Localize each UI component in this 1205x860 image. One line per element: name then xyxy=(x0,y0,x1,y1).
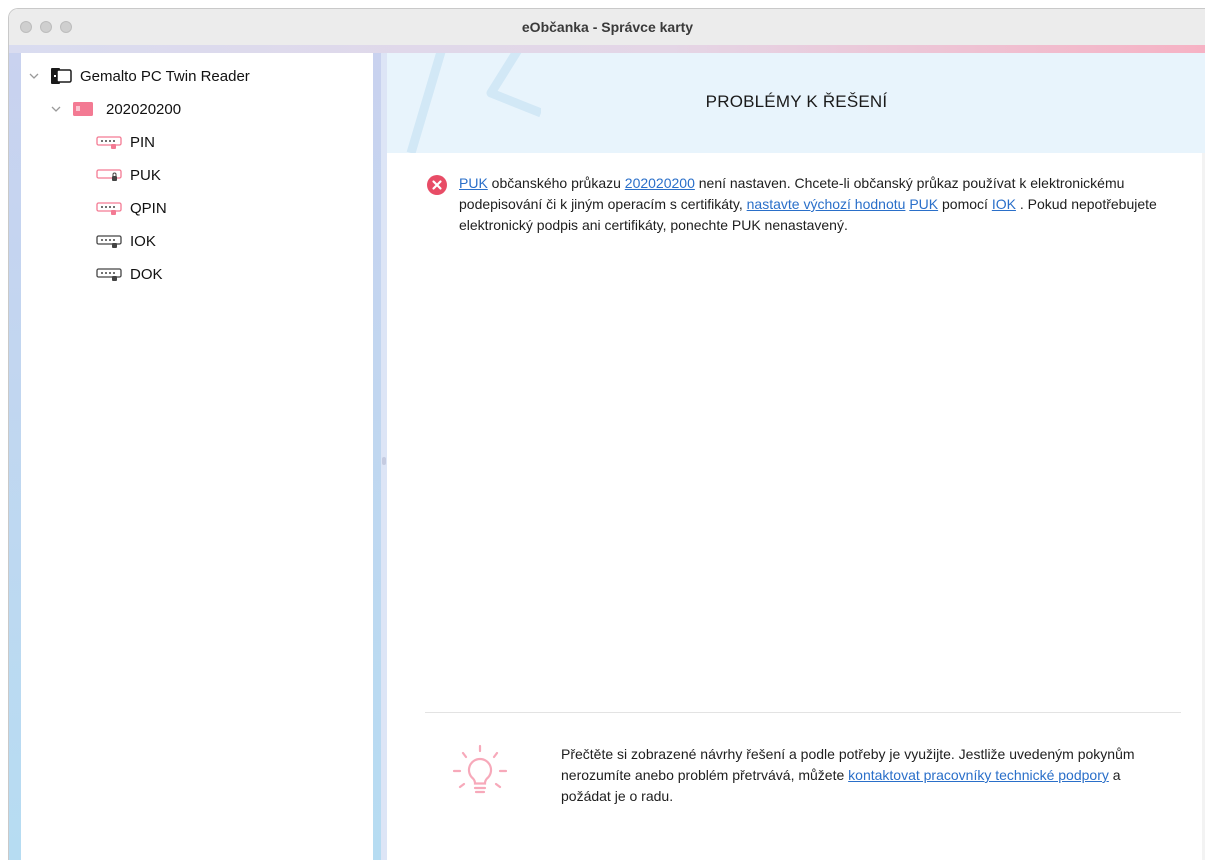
tree-item-label: DOK xyxy=(130,265,163,283)
link-card-number[interactable]: 202020200 xyxy=(625,175,695,191)
tree-item-card[interactable]: 202020200 xyxy=(50,98,181,120)
link-puk[interactable]: PUK xyxy=(459,175,488,191)
error-icon xyxy=(427,175,447,195)
title-bar: eObčanka - Správce karty xyxy=(9,9,1205,46)
accent-strip xyxy=(9,45,1205,53)
problem-text-part: občanského průkazu xyxy=(487,175,625,191)
tree-item-label: PIN xyxy=(130,133,156,151)
tree-item-iok[interactable]: IOK xyxy=(96,230,156,252)
pin-keypad-icon xyxy=(96,202,122,215)
tree-item-label: Gemalto PC Twin Reader xyxy=(80,67,250,85)
chevron-down-icon[interactable] xyxy=(50,103,62,115)
page-title: PROBLÉMY K ŘEŠENÍ xyxy=(705,92,888,111)
app-window: eObčanka - Správce karty Gemalto PC Twin… xyxy=(8,8,1205,860)
tree-item-puk[interactable]: PUK xyxy=(96,164,161,186)
card-reader-icon xyxy=(51,68,72,84)
link-puk-2[interactable]: PUK xyxy=(909,196,938,212)
panel-header: PROBLÉMY K ŘEŠENÍ xyxy=(387,53,1205,153)
puk-lock-icon xyxy=(96,169,122,181)
tree-item-label: PUK xyxy=(130,166,161,184)
window-title: eObčanka - Správce karty xyxy=(521,19,694,35)
tree-panel-frame: Gemalto PC Twin Reader 202020200 PIN PUK… xyxy=(9,53,381,860)
problem-text: PUK občanského průkazu 202020200 není na… xyxy=(459,173,1189,236)
tree-item-qpin[interactable]: QPIN xyxy=(96,197,167,219)
tree-panel: Gemalto PC Twin Reader 202020200 PIN PUK… xyxy=(21,53,373,860)
splitter-handle[interactable] xyxy=(382,457,386,465)
problem-text-part: pomocí xyxy=(938,196,992,212)
link-contact-support[interactable]: kontaktovat pracovníky technické podpory xyxy=(848,767,1109,783)
lightbulb-icon xyxy=(452,744,508,794)
problems-panel: PROBLÉMY K ŘEŠENÍ PUK občanského průkazu… xyxy=(387,53,1205,860)
pin-keypad-icon xyxy=(96,136,122,149)
divider xyxy=(425,712,1181,713)
tree-item-label: IOK xyxy=(130,232,156,250)
link-iok[interactable]: IOK xyxy=(992,196,1016,212)
key-icon xyxy=(96,268,122,281)
tree-item-label: 202020200 xyxy=(106,100,182,118)
id-card-icon xyxy=(73,102,93,116)
tree-item-label: QPIN xyxy=(130,199,167,217)
tree-item-dok[interactable]: DOK xyxy=(96,263,163,285)
key-icon xyxy=(96,235,122,248)
tree-item-reader[interactable]: Gemalto PC Twin Reader xyxy=(28,65,250,87)
tree-item-pin[interactable]: PIN xyxy=(96,131,155,153)
chevron-down-icon[interactable] xyxy=(28,70,40,82)
help-tip: Přečtěte si zobrazené návrhy řešení a po… xyxy=(561,744,1161,807)
link-set-default-value[interactable]: nastavte výchozí hodnotu xyxy=(747,196,906,212)
